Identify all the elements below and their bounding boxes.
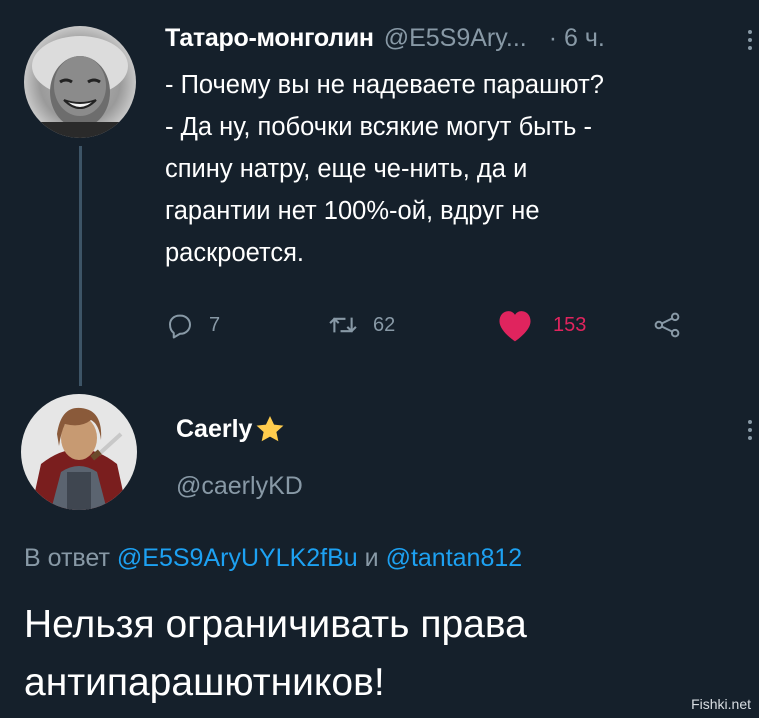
like-button[interactable]: 153 [495, 302, 586, 348]
tweet1-more-icon[interactable] [748, 30, 754, 50]
tweet1-line: спину натру, еще че-нить, да и [165, 155, 528, 183]
reply-mention-link[interactable]: @E5S9AryUYLK2fBu [117, 544, 358, 572]
replying-to-line: В ответ @E5S9AryUYLK2fBu и @tantan812 [24, 544, 522, 573]
watermark: Fishki.net [691, 696, 751, 712]
reply-icon [169, 314, 191, 339]
tweet1-action-bar: 7 62 153 [165, 302, 725, 348]
tweet2-author-name[interactable]: Caerly [176, 414, 286, 444]
tweet1-text: - Почему вы не надеваете парашют? - Да н… [165, 64, 755, 274]
tweet1-line: - Да ну, побочки всякие могут быть - [165, 113, 593, 141]
share-icon [654, 312, 680, 338]
reply-mention-link[interactable]: @tantan812 [386, 544, 523, 572]
like-count: 153 [553, 313, 587, 336]
retweet-icon [329, 317, 357, 333]
thread-connector [79, 146, 82, 386]
avatar-caerly[interactable] [21, 394, 137, 510]
retweet-count: 62 [373, 313, 396, 336]
tweet1-line: раскроется. [165, 239, 305, 267]
tweet2-text: Нельзя ограничивать права антипарашютник… [24, 596, 744, 712]
heart-icon [499, 311, 531, 342]
tweet1-line: гарантии нет 100%-ой, вдруг не [165, 197, 540, 225]
tweet1-line: - Почему вы не надеваете парашют? [165, 71, 604, 99]
avatar-tatar[interactable] [24, 26, 136, 138]
avatar-photo [24, 26, 136, 138]
reply-button[interactable]: 7 [165, 302, 220, 348]
tweet2-line: антипарашютников! [24, 661, 385, 704]
star-badge-icon [257, 415, 284, 442]
tweet2-line: Нельзя ограничивать права [24, 603, 527, 646]
tweet2-author-handle[interactable]: @caerlyKD [176, 472, 303, 501]
reply-and: и [364, 544, 379, 572]
tweet1-header: Татаро-монголин @E5S9Ary... · 6 ч. [165, 24, 605, 58]
reply-count: 7 [209, 313, 221, 336]
reply-prefix: В ответ [24, 544, 110, 572]
share-button[interactable] [651, 302, 683, 348]
tweet1-author-handle[interactable]: @E5S9Ary... [384, 24, 527, 53]
tweet1-timestamp[interactable]: · 6 ч. [549, 24, 605, 53]
tweet2-more-icon[interactable] [748, 420, 754, 440]
avatar-photo [21, 394, 137, 510]
tweet2-name-text: Caerly [176, 414, 253, 443]
page: Татаро-монголин @E5S9Ary... · 6 ч. - Поч… [0, 0, 759, 718]
retweet-button[interactable]: 62 [327, 302, 395, 348]
tweet1-author-name[interactable]: Татаро-монголин [165, 24, 374, 53]
